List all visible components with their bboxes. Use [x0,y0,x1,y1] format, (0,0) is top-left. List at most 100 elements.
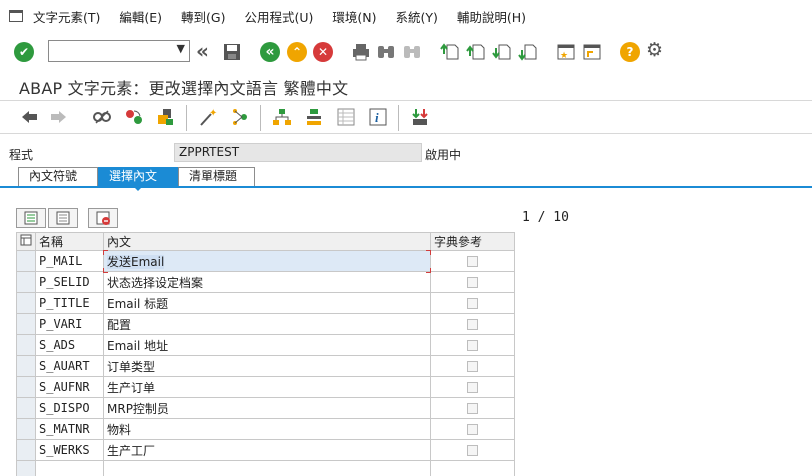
row-dict-checkbox-cell [430,355,515,377]
row-selector[interactable] [16,439,36,461]
table-row[interactable]: S_AUFNR 生产订单 [16,376,515,398]
object-list-icon[interactable] [156,107,176,127]
info-icon[interactable]: i [368,107,388,127]
dict-ref-checkbox[interactable] [467,340,478,351]
save-icon[interactable] [222,42,242,62]
tab-text-symbols[interactable]: 內文符號 [18,167,98,186]
dict-ref-checkbox[interactable] [467,319,478,330]
row-text-input[interactable]: Email 地址 [103,334,431,356]
dict-ref-checkbox[interactable] [467,298,478,309]
menu-bar: 文字元素(T) 編輯(E) 轉到(G) 公用程式(U) 環境(N) 系統(Y) … [0,0,812,32]
menu-item-goto[interactable]: 轉到(G) [181,7,225,26]
table-row[interactable]: P_SELID 状态选择设定档案 [16,271,515,293]
table-row[interactable]: S_ADS Email 地址 [16,334,515,356]
find-next-icon[interactable] [402,42,422,62]
row-name: S_AUFNR [35,376,104,398]
dict-ref-checkbox[interactable] [467,403,478,414]
where-used-icon[interactable] [230,107,250,127]
dict-ref-checkbox[interactable] [467,424,478,435]
hierarchy-icon[interactable] [272,107,292,127]
command-field[interactable]: ▼ [48,40,190,62]
table-icon[interactable] [336,107,356,127]
menu-item-system[interactable]: 系統(Y) [396,7,438,26]
print-icon[interactable] [351,42,371,62]
next-page-icon[interactable] [492,42,512,62]
generate-shortcut-icon[interactable] [582,42,602,62]
magic-wand-icon[interactable]: ✦ [198,107,218,127]
previous-page-icon[interactable] [466,42,486,62]
tab-selection-texts[interactable]: 選擇內文 [98,167,178,191]
select-all-button[interactable] [16,208,46,228]
table-row[interactable]: S_DISPO MRP控制员 [16,397,515,419]
row-dict-checkbox-cell [430,439,515,461]
row-selector[interactable] [16,376,36,398]
delete-row-button[interactable] [88,208,118,228]
row-text-input[interactable]: 配置 [103,313,431,335]
activate-icon[interactable] [124,108,144,126]
table-row[interactable]: P_MAIL 发送Email [16,250,515,272]
cancel-icon[interactable]: ✕ [313,42,333,62]
table-row[interactable]: S_MATNR 物料 [16,418,515,440]
row-name: S_MATNR [35,418,104,440]
row-selector[interactable] [16,313,36,335]
dict-ref-checkbox[interactable] [467,277,478,288]
row-selector[interactable] [16,460,36,476]
last-page-icon[interactable] [518,42,538,62]
row-selector[interactable] [16,334,36,356]
row-text-input[interactable]: 物料 [103,418,431,440]
pager: 1 / 10 [522,210,569,225]
row-selector[interactable] [16,250,36,272]
row-selector[interactable] [16,292,36,314]
help-icon[interactable]: ? [620,42,640,62]
row-selector[interactable] [16,271,36,293]
back-icon[interactable]: « [260,42,280,62]
dict-ref-checkbox[interactable] [467,256,478,267]
stack-icon[interactable] [304,107,324,127]
display-change-icon[interactable] [92,108,112,126]
row-text-input[interactable]: MRP控制员 [103,397,431,419]
app-menu-icon[interactable] [9,10,23,22]
row-selector[interactable] [16,418,36,440]
find-icon[interactable] [376,42,396,62]
column-header-name[interactable]: 名稱 [35,232,104,251]
gear-icon[interactable]: ⚙ [646,39,663,61]
row-selector[interactable] [16,397,36,419]
confirm-icon[interactable]: ✔ [14,42,34,62]
dict-ref-checkbox[interactable] [467,445,478,456]
menu-item-utilities[interactable]: 公用程式(U) [245,7,314,26]
menu-item-text-elements[interactable]: 文字元素(T) [33,7,100,26]
row-text-input[interactable]: 生产订单 [103,376,431,398]
dict-ref-checkbox[interactable] [467,382,478,393]
row-text-input[interactable]: Email 标题 [103,292,431,314]
table-row[interactable]: P_VARI 配置 [16,313,515,335]
column-header-dict[interactable]: 字典參考 [430,232,515,251]
menu-item-environment[interactable]: 環境(N) [332,7,376,26]
row-text-input[interactable]: 订单类型 [103,355,431,377]
arrow-right-icon[interactable] [50,109,68,125]
menu-item-help[interactable]: 輔助說明(H) [457,7,526,26]
row-text-input[interactable]: 发送Email [103,250,431,272]
row-name: P_SELID [35,271,104,293]
column-header-text[interactable]: 內文 [103,232,431,251]
arrow-left-icon[interactable] [20,109,38,125]
table-row[interactable]: S_AUART 订单类型 [16,355,515,377]
table-row[interactable]: P_TITLE Email 标题 [16,292,515,314]
row-dict-checkbox-cell [430,418,515,440]
sort-icon[interactable] [410,107,430,127]
exit-icon[interactable]: ⌃ [287,42,307,62]
deselect-all-button[interactable] [48,208,78,228]
chevron-down-icon[interactable]: ▼ [177,42,185,55]
first-page-icon[interactable] [440,42,460,62]
dict-ref-checkbox[interactable] [467,361,478,372]
double-chevron-left-icon[interactable]: « [196,39,209,63]
row-text-input[interactable]: 生产工厂 [103,439,431,461]
row-selector[interactable] [16,355,36,377]
row-text-input[interactable]: 状态选择设定档案 [103,271,431,293]
tab-strip: 內文符號 選擇內文 清單標題 [18,167,255,191]
column-settings-icon[interactable] [16,232,36,251]
create-session-icon[interactable]: ★ [556,42,576,62]
row-text-value[interactable]: 发送Email [107,254,165,269]
menu-item-edit[interactable]: 編輯(E) [119,7,162,26]
table-row[interactable]: S_WERKS 生产工厂 [16,439,515,461]
tab-list-headings[interactable]: 清單標題 [178,167,255,186]
